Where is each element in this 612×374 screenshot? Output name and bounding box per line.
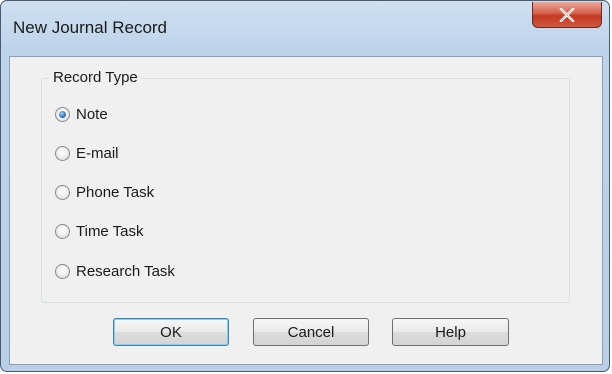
radio-label-research-task[interactable]: Research Task [76,263,175,280]
radio-label-note[interactable]: Note [76,106,108,123]
radio-button-email[interactable] [55,145,70,161]
dialog-body: Record Type Note E-mail Phone Task Time … [9,56,603,365]
radio-option-email[interactable]: E-mail [55,142,119,164]
radio-button-time-task[interactable] [55,223,70,239]
radio-option-phone-task[interactable]: Phone Task [55,181,154,203]
record-type-legend: Record Type [49,69,142,86]
title-bar[interactable]: New Journal Record [1,1,609,57]
radio-label-time-task[interactable]: Time Task [76,223,144,240]
window-title: New Journal Record [13,18,168,37]
radio-option-note[interactable]: Note [55,103,108,125]
dialog-window: New Journal Record Record Type Note E-ma… [0,0,610,372]
radio-button-note[interactable] [55,106,70,122]
cancel-button[interactable]: Cancel [253,318,369,346]
radio-option-time-task[interactable]: Time Task [55,220,144,242]
close-icon [559,8,575,22]
radio-button-phone-task[interactable] [55,184,70,200]
help-button[interactable]: Help [392,318,509,346]
radio-button-research-task[interactable] [55,263,70,279]
record-type-group: Record Type Note E-mail Phone Task Time … [41,69,570,303]
ok-button[interactable]: OK [113,318,229,346]
radio-label-phone-task[interactable]: Phone Task [76,184,154,201]
close-button[interactable] [532,2,602,28]
radio-label-email[interactable]: E-mail [76,145,119,162]
radio-option-research-task[interactable]: Research Task [55,260,175,282]
